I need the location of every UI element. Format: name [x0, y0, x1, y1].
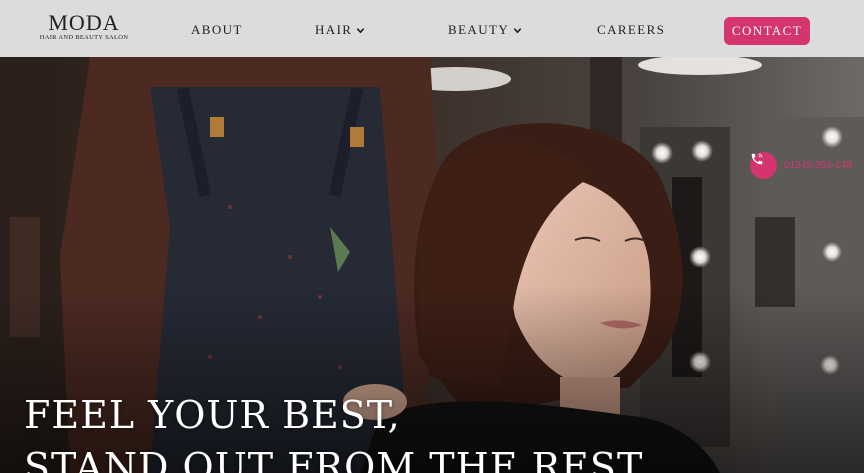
nav-item-careers[interactable]: CAREERS	[597, 22, 665, 38]
contact-button[interactable]: CONTACT	[724, 17, 810, 45]
chevron-down-icon	[513, 27, 522, 33]
site-header: MODA HAIR AND BEAUTY SALON ABOUT HAIR BE…	[0, 0, 864, 57]
brand-logo[interactable]: MODA HAIR AND BEAUTY SALON	[38, 12, 130, 42]
nav-item-about[interactable]: ABOUT	[191, 22, 243, 38]
phone-contact[interactable]: 01245-354-148	[750, 152, 852, 179]
nav-item-label: HAIR	[315, 22, 353, 37]
hero-section: 01245-354-148 FEEL YOUR BEST, STAND OUT …	[0, 57, 864, 473]
nav-item-label: BEAUTY	[448, 22, 510, 37]
headline-line-2: STAND OUT FROM THE REST.	[24, 445, 651, 473]
brand-name: MODA	[48, 10, 120, 35]
hero-headline: FEEL YOUR BEST, STAND OUT FROM THE REST.	[24, 389, 651, 473]
nav-item-label: CAREERS	[597, 22, 666, 37]
phone-icon[interactable]	[750, 152, 777, 179]
chevron-down-icon	[357, 27, 365, 33]
nav-item-hair[interactable]: HAIR	[315, 22, 365, 38]
nav-item-beauty[interactable]: BEAUTY	[448, 22, 522, 38]
headline-line-1: FEEL YOUR BEST,	[24, 393, 401, 437]
nav-item-label: ABOUT	[191, 22, 243, 37]
phone-number[interactable]: 01245-354-148	[784, 160, 852, 171]
brand-tagline: HAIR AND BEAUTY SALON	[39, 34, 129, 41]
